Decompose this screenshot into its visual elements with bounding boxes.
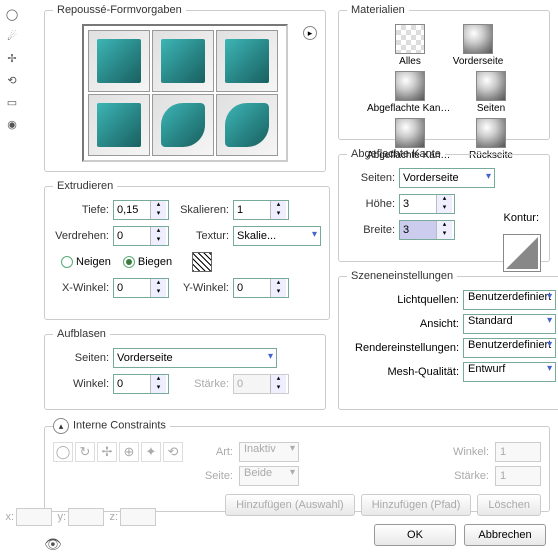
c-type-label: Art: bbox=[203, 446, 233, 458]
inflate-legend: Aufblasen bbox=[53, 328, 110, 340]
pattern-icon[interactable] bbox=[192, 252, 212, 272]
materials-group: Materialien Alles Vorderseite Abgeflacht… bbox=[338, 4, 550, 140]
c-side-label: Seite: bbox=[203, 470, 233, 482]
depth-spinner[interactable]: ▴▾ bbox=[113, 200, 169, 220]
coord-y-label: y: bbox=[54, 511, 66, 523]
scale-label: Skalieren: bbox=[173, 204, 229, 216]
preset-thumb-2[interactable] bbox=[152, 30, 214, 92]
bevel-height-spinner[interactable]: ▴▾ bbox=[399, 194, 455, 214]
scale-spinner[interactable]: ▴▾ bbox=[233, 200, 289, 220]
inflate-strength-label: Stärke: bbox=[173, 378, 229, 390]
constraint-tool-5[interactable]: ✦ bbox=[141, 442, 161, 462]
bevel-sides-label: Seiten: bbox=[347, 172, 395, 184]
inflate-angle-spinner[interactable]: ▴▾ bbox=[113, 374, 169, 394]
bevel-group: Abgeflachte Kante Seiten: Vorderseite Hö… bbox=[338, 148, 550, 262]
constraint-tool-4[interactable]: ⊕ bbox=[119, 442, 139, 462]
expand-icon[interactable]: ▴ bbox=[53, 418, 69, 434]
presets-group: Repoussé-Formvorgaben ▸ bbox=[44, 4, 326, 172]
bevel-height-label: Höhe: bbox=[347, 198, 395, 210]
mesh-combo[interactable]: Entwurf bbox=[463, 362, 556, 382]
tool-icon-2[interactable]: ☄ bbox=[2, 26, 22, 46]
view-combo[interactable]: Standard bbox=[463, 314, 556, 334]
preset-thumb-3[interactable] bbox=[216, 30, 278, 92]
coord-row: x: y: z: bbox=[2, 508, 156, 526]
c-side-combo: Beide bbox=[239, 466, 299, 486]
tool-icon-6[interactable]: ◉ bbox=[2, 114, 22, 134]
presets-flyout-button[interactable]: ▸ bbox=[303, 26, 317, 40]
delete-button: Löschen bbox=[477, 494, 541, 516]
tool-icon-1[interactable]: ◯ bbox=[2, 4, 22, 24]
material-sides[interactable]: Seiten bbox=[461, 71, 521, 114]
preset-thumb-4[interactable] bbox=[88, 94, 150, 156]
twist-label: Verdrehen: bbox=[53, 230, 109, 242]
contour-preview[interactable] bbox=[503, 234, 541, 272]
material-all[interactable]: Alles bbox=[380, 24, 440, 67]
bevel-width-spinner[interactable]: ▴▾ bbox=[399, 220, 455, 240]
ok-button[interactable]: OK bbox=[374, 524, 456, 546]
inflate-sides-label: Seiten: bbox=[53, 352, 109, 364]
view-label: Ansicht: bbox=[347, 318, 459, 330]
extrude-legend: Extrudieren bbox=[53, 180, 117, 192]
constraint-tool-1[interactable]: ◯ bbox=[53, 442, 73, 462]
constraints-legend: ▴Interne Constraints bbox=[53, 418, 170, 434]
lights-label: Lichtquellen: bbox=[347, 294, 459, 306]
c-type-combo: Inaktiv bbox=[239, 442, 299, 462]
c-angle-label: Winkel: bbox=[449, 446, 489, 458]
texture-combo[interactable]: Skalie... bbox=[233, 226, 321, 246]
mesh-label: Mesh-Qualität: bbox=[347, 366, 459, 378]
preset-thumb-5[interactable] bbox=[152, 94, 214, 156]
inflate-angle-label: Winkel: bbox=[53, 378, 109, 390]
tilt-radio[interactable]: Neigen bbox=[61, 256, 111, 268]
inflate-group: Aufblasen Seiten: Vorderseite Winkel: ▴▾… bbox=[44, 328, 326, 410]
constraint-tool-6[interactable]: ⟲ bbox=[163, 442, 183, 462]
yangle-spinner[interactable]: ▴▾ bbox=[233, 278, 289, 298]
bevel-width-label: Breite: bbox=[347, 224, 395, 236]
materials-legend: Materialien bbox=[347, 4, 409, 16]
render-combo[interactable]: Benutzerdefiniert bbox=[463, 338, 556, 358]
lights-combo[interactable]: Benutzerdefiniert bbox=[463, 290, 556, 310]
twist-spinner[interactable]: ▴▾ bbox=[113, 226, 169, 246]
add-path-button: Hinzufügen (Pfad) bbox=[361, 494, 472, 516]
yangle-label: Y-Winkel: bbox=[173, 282, 229, 294]
constraints-group: ▴Interne Constraints ◯ ↻ ✢ ⊕ ✦ ⟲ Art: Ina… bbox=[44, 418, 550, 512]
inflate-strength-spinner: ▴▾ bbox=[233, 374, 289, 394]
bend-radio[interactable]: Biegen bbox=[123, 256, 172, 268]
cancel-button[interactable]: Abbrechen bbox=[464, 524, 546, 546]
scene-group: Szeneneinstellungen Lichtquellen: Benutze… bbox=[338, 270, 558, 410]
material-front[interactable]: Vorderseite bbox=[448, 24, 508, 67]
constraint-tool-2[interactable]: ↻ bbox=[75, 442, 95, 462]
c-angle-spin: 1 bbox=[495, 442, 541, 462]
scene-legend: Szeneneinstellungen bbox=[347, 270, 457, 282]
extrude-group: Extrudieren Tiefe: ▴▾ Skalieren: ▴▾ Verd… bbox=[44, 180, 330, 320]
constraint-tool-3[interactable]: ✢ bbox=[97, 442, 117, 462]
c-strength-spin: 1 bbox=[495, 466, 541, 486]
coord-x-input bbox=[16, 508, 52, 526]
add-selection-button: Hinzufügen (Auswahl) bbox=[225, 494, 355, 516]
tool-icon-3[interactable]: ✢ bbox=[2, 48, 22, 68]
coord-y-input bbox=[68, 508, 104, 526]
material-bevel1[interactable]: Abgeflachte Kante 1 bbox=[367, 71, 453, 114]
bevel-legend: Abgeflachte Kante bbox=[347, 148, 445, 160]
texture-label: Textur: bbox=[173, 230, 229, 242]
bevel-sides-combo[interactable]: Vorderseite bbox=[399, 168, 495, 188]
xangle-spinner[interactable]: ▴▾ bbox=[113, 278, 169, 298]
presets-legend: Repoussé-Formvorgaben bbox=[53, 4, 186, 16]
xangle-label: X-Winkel: bbox=[53, 282, 109, 294]
render-label: Rendereinstellungen: bbox=[347, 342, 459, 354]
tool-icon-4[interactable]: ⟲ bbox=[2, 70, 22, 90]
contour-label: Kontur: bbox=[504, 212, 539, 224]
coord-z-label: z: bbox=[106, 511, 118, 523]
preset-grid bbox=[82, 24, 288, 162]
depth-label: Tiefe: bbox=[53, 204, 109, 216]
coord-x-label: x: bbox=[2, 511, 14, 523]
c-strength-label: Stärke: bbox=[449, 470, 489, 482]
preset-thumb-1[interactable] bbox=[88, 30, 150, 92]
inflate-sides-combo[interactable]: Vorderseite bbox=[113, 348, 277, 368]
coord-z-input bbox=[120, 508, 156, 526]
visibility-icon[interactable]: 👁 bbox=[44, 536, 62, 548]
preset-thumb-6[interactable] bbox=[216, 94, 278, 156]
tool-icon-5[interactable]: ▭ bbox=[2, 92, 22, 112]
